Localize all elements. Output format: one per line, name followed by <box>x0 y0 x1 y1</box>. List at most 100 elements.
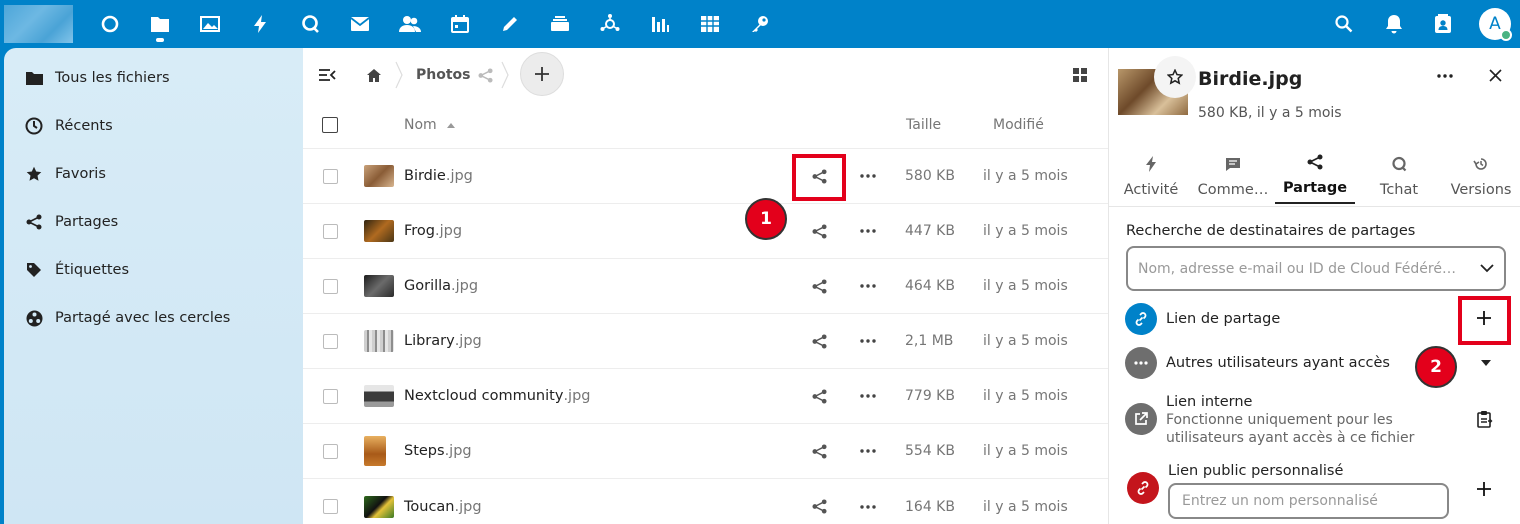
tab-activity[interactable]: Activité <box>1111 148 1191 204</box>
file-modified: il y a 5 mois <box>983 168 1068 184</box>
table-row[interactable]: Toucan .jpg 164 KB il y a 5 mois <box>303 479 1108 524</box>
table-row[interactable]: Steps .jpg 554 KB il y a 5 mois <box>303 424 1108 479</box>
custom-link-input[interactable]: Entrez un nom personnalisé <box>1168 483 1449 519</box>
share-search-input[interactable]: Nom, adresse e-mail ou ID de Cloud Fédér… <box>1126 246 1506 291</box>
nav-item-shared-with-circles[interactable]: Partagé avec les cercles <box>4 296 303 340</box>
file-name[interactable]: Toucan .jpg <box>404 479 482 524</box>
share-icon[interactable] <box>812 314 827 368</box>
caret-down-icon[interactable] <box>1481 360 1491 366</box>
row-checkbox[interactable] <box>323 278 338 294</box>
tab-sharing[interactable]: Partage <box>1275 148 1355 204</box>
table-row[interactable]: Library .jpg 2,1 MB il y a 5 mois <box>303 314 1108 369</box>
file-name[interactable]: Steps .jpg <box>404 424 472 478</box>
files-icon[interactable] <box>146 10 174 42</box>
deck-icon[interactable] <box>546 10 574 38</box>
file-size: 779 KB <box>905 388 955 404</box>
tab-chat[interactable]: Tchat <box>1359 148 1439 204</box>
analytics-icon[interactable] <box>646 10 674 38</box>
share-icon[interactable] <box>812 479 827 524</box>
column-header-size[interactable]: Taille <box>906 102 941 148</box>
more-actions-icon[interactable] <box>860 369 876 423</box>
file-name[interactable]: Birdie .jpg <box>404 149 473 203</box>
row-checkbox[interactable] <box>323 168 338 184</box>
nav-item-recent[interactable]: Récents <box>4 104 303 148</box>
file-modified: il y a 5 mois <box>983 223 1068 239</box>
column-header-modified[interactable]: Modifié <box>993 102 1044 148</box>
dashboard-icon[interactable] <box>96 10 124 38</box>
search-icon[interactable] <box>1330 10 1358 38</box>
nav-item-favorites[interactable]: Favoris <box>4 152 303 196</box>
annotation-badge-2: 2 <box>1415 346 1457 388</box>
nav-item-label: Partages <box>55 214 119 230</box>
bell-icon[interactable] <box>1380 10 1408 38</box>
more-actions-icon[interactable] <box>1437 74 1453 78</box>
avatar-letter: A <box>1489 14 1501 34</box>
file-name[interactable]: Nextcloud community .jpg <box>404 369 590 423</box>
breadcrumb: Photos <box>303 48 1108 102</box>
nav-item-label: Favoris <box>55 166 106 182</box>
mail-icon[interactable] <box>346 10 374 38</box>
file-thumbnail <box>364 275 394 297</box>
tables-icon[interactable] <box>696 10 724 38</box>
tab-versions[interactable]: Versions <box>1441 148 1520 204</box>
row-checkbox[interactable] <box>323 333 338 349</box>
more-actions-icon[interactable] <box>860 259 876 313</box>
more-actions-icon[interactable] <box>860 149 876 203</box>
column-header-name[interactable]: Nom <box>404 102 455 148</box>
table-row[interactable]: Nextcloud community .jpg 779 KB il y a 5 … <box>303 369 1108 424</box>
file-name[interactable]: Gorilla .jpg <box>404 259 478 313</box>
file-modified: il y a 5 mois <box>983 278 1068 294</box>
file-name[interactable]: Library .jpg <box>404 314 482 368</box>
more-actions-icon[interactable] <box>860 424 876 478</box>
table-row[interactable]: Frog .jpg 447 KB il y a 5 mois <box>303 204 1108 259</box>
table-row[interactable]: Gorilla .jpg 464 KB il y a 5 mois <box>303 259 1108 314</box>
row-checkbox[interactable] <box>323 223 338 239</box>
nav-item-all-files[interactable]: Tous les fichiers <box>4 56 303 100</box>
more-icon <box>1125 347 1157 379</box>
logo[interactable] <box>4 5 73 43</box>
row-checkbox[interactable] <box>323 443 338 459</box>
new-button[interactable] <box>520 52 564 96</box>
more-actions-icon[interactable] <box>860 314 876 368</box>
activity-icon[interactable] <box>246 10 274 38</box>
toggle-navigation-icon[interactable] <box>318 48 336 102</box>
nav-item-shares[interactable]: Partages <box>4 200 303 244</box>
row-checkbox[interactable] <box>323 388 338 404</box>
calendar-icon[interactable] <box>446 10 474 38</box>
photos-icon[interactable] <box>196 10 224 38</box>
breadcrumb-folder[interactable]: Photos <box>416 48 471 102</box>
tab-comments[interactable]: Comme… <box>1193 148 1273 204</box>
share-icon[interactable] <box>812 424 827 478</box>
close-icon[interactable] <box>1489 69 1502 82</box>
notes-icon[interactable] <box>496 10 524 38</box>
sidebar-file-meta: 580 KB, il y a 5 mois <box>1198 105 1342 121</box>
home-icon[interactable] <box>366 48 382 102</box>
select-all-checkbox[interactable] <box>322 117 338 133</box>
more-actions-icon[interactable] <box>860 204 876 258</box>
file-modified: il y a 5 mois <box>983 443 1068 459</box>
nav-item-tags[interactable]: Étiquettes <box>4 248 303 292</box>
file-list-header: Nom Taille Modifié <box>303 102 1108 149</box>
add-custom-link-button[interactable] <box>1477 482 1491 496</box>
chevron-down-icon <box>1480 264 1494 273</box>
file-thumbnail <box>364 165 394 187</box>
row-checkbox[interactable] <box>323 499 338 514</box>
table-row[interactable]: Birdie .jpg 580 KB il y a 5 mois <box>303 149 1108 204</box>
talk-icon[interactable] <box>296 10 324 38</box>
talk-icon <box>1392 156 1407 172</box>
column-header-label: Nom <box>404 117 437 133</box>
share-icon[interactable] <box>812 259 827 313</box>
file-name[interactable]: Frog .jpg <box>404 204 462 258</box>
share-icon[interactable] <box>812 369 827 423</box>
more-actions-icon[interactable] <box>860 479 876 524</box>
contacts-menu-icon[interactable] <box>1429 10 1457 38</box>
favorite-button[interactable] <box>1154 56 1196 98</box>
contacts-icon[interactable] <box>396 10 424 38</box>
circles-icon[interactable] <box>596 10 624 38</box>
share-icon[interactable] <box>812 204 827 258</box>
passwords-icon[interactable] <box>746 10 774 38</box>
grid-view-icon[interactable] <box>1073 48 1087 102</box>
share-icon[interactable] <box>478 48 493 102</box>
copy-clipboard-icon[interactable] <box>1477 410 1493 428</box>
file-size: 554 KB <box>905 443 955 459</box>
